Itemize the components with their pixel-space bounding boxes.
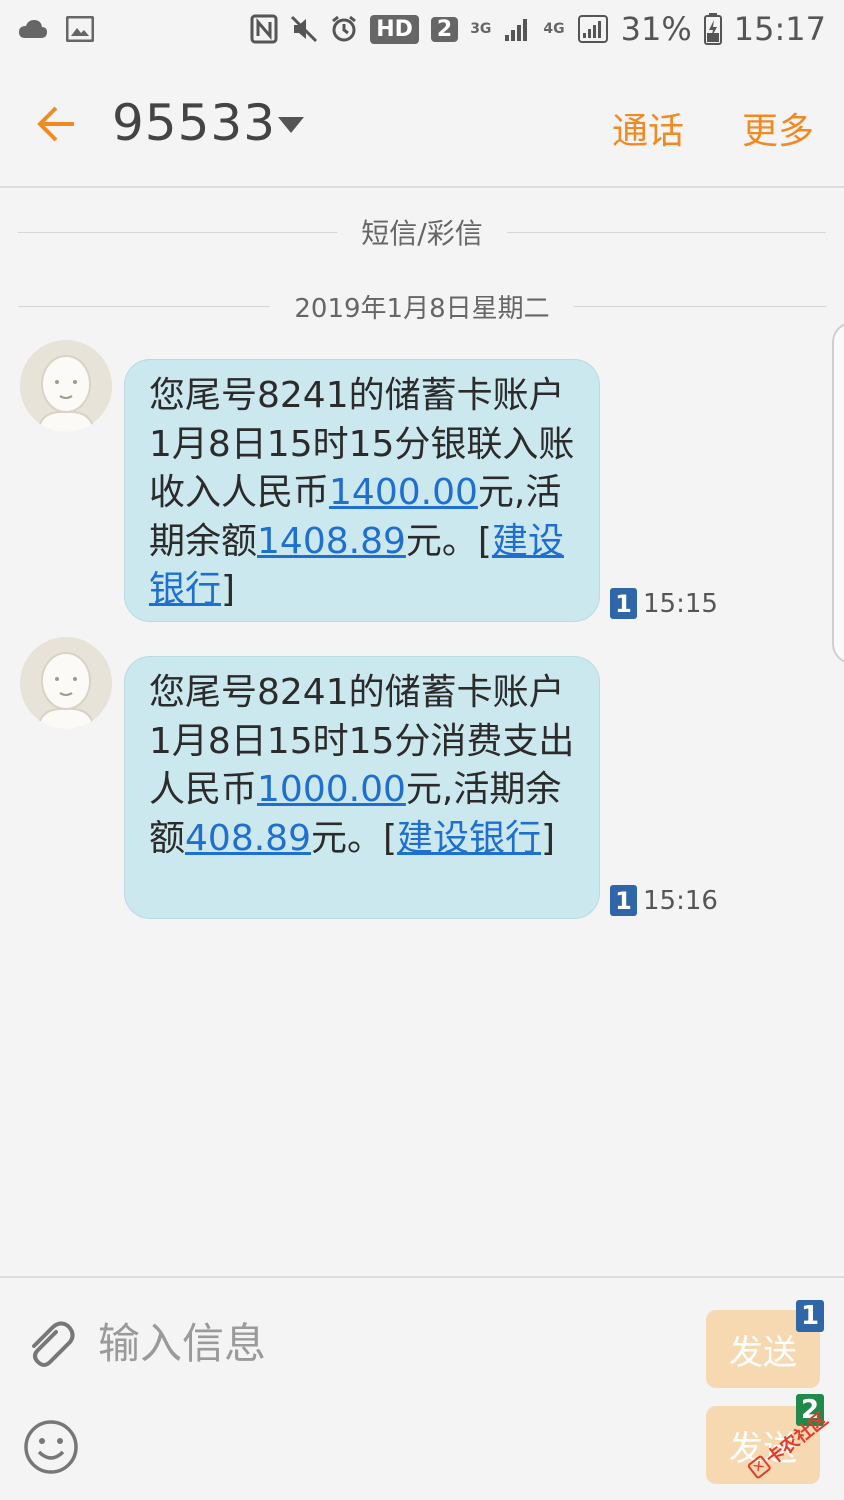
sim-badge: 2: [430, 16, 459, 42]
message-bubble[interactable]: 您尾号8241的储蓄卡账户1月8日15时15分银联入账收入人民币1400.00元…: [124, 359, 600, 622]
message-bubble[interactable]: 您尾号8241的储蓄卡账户1月8日15时15分消费支出人民币1000.00元,活…: [124, 656, 600, 919]
network-type-label-2: 4G: [543, 21, 565, 37]
edge-panel-handle[interactable]: [832, 322, 844, 664]
message-meta: 1 15:15: [610, 588, 718, 619]
back-button[interactable]: [30, 98, 82, 150]
amount-link[interactable]: 1400.00: [329, 472, 478, 513]
message-composer: 发送 1 发送 2: [0, 1276, 844, 1500]
message-text: 元。[: [310, 817, 398, 859]
message-text: ]: [541, 817, 556, 859]
contact-title[interactable]: 95533: [112, 94, 276, 152]
message-text: 元。[: [405, 520, 492, 562]
signal-icon: [503, 15, 531, 43]
sim-tag: 1: [610, 588, 637, 619]
network-type-label: 3G: [470, 21, 492, 37]
bank-link[interactable]: 建设银行: [397, 818, 541, 859]
message-meta: 1 15:16: [610, 885, 718, 916]
date-label: 2019年1月8日星期二: [294, 294, 550, 324]
avatar[interactable]: [20, 340, 112, 432]
amount-link[interactable]: 1000.00: [257, 769, 406, 810]
smiley-icon: [24, 1420, 78, 1474]
message-input[interactable]: [98, 1308, 678, 1378]
mute-icon: [290, 15, 318, 43]
call-button[interactable]: 通话: [612, 102, 684, 154]
signal-icon-2: [577, 14, 609, 44]
message-type-label: 短信/彩信: [361, 217, 483, 250]
contact-avatar-icon: [20, 340, 112, 432]
back-arrow-icon: [37, 106, 74, 142]
date-divider: 2019年1月8日星期二: [18, 288, 827, 325]
clock: 15:17: [733, 10, 826, 48]
battery-percent: 31%: [620, 10, 692, 48]
sim-tag: 1: [610, 885, 637, 916]
avatar[interactable]: [20, 637, 112, 729]
watermark-text: 卡农社区: [762, 1408, 833, 1470]
message-type-divider: 短信/彩信: [18, 212, 826, 252]
contact-avatar-icon: [20, 637, 112, 729]
emoji-button[interactable]: [22, 1418, 80, 1476]
send-sim1-badge: 1: [796, 1300, 824, 1332]
balance-link[interactable]: 1408.89: [257, 521, 406, 562]
message-time: 15:15: [643, 588, 718, 619]
cloud-icon: [18, 18, 48, 40]
chevron-down-icon[interactable]: [274, 108, 308, 142]
paperclip-icon: [32, 1321, 75, 1367]
balance-link[interactable]: 408.89: [185, 818, 311, 859]
message-time: 15:16: [643, 885, 718, 916]
conversation-header: 95533 通话 更多: [0, 58, 844, 188]
nfc-icon: [250, 14, 278, 44]
hd-voice-badge: HD: [370, 14, 419, 44]
attach-button[interactable]: [22, 1316, 82, 1376]
more-button[interactable]: 更多: [742, 102, 814, 154]
gallery-icon: [66, 16, 94, 42]
alarm-icon: [330, 15, 358, 43]
status-bar: HD 2 3G 4G 31% 15:17: [0, 0, 844, 58]
message-text: ]: [221, 569, 236, 610]
battery-icon: [703, 13, 722, 45]
